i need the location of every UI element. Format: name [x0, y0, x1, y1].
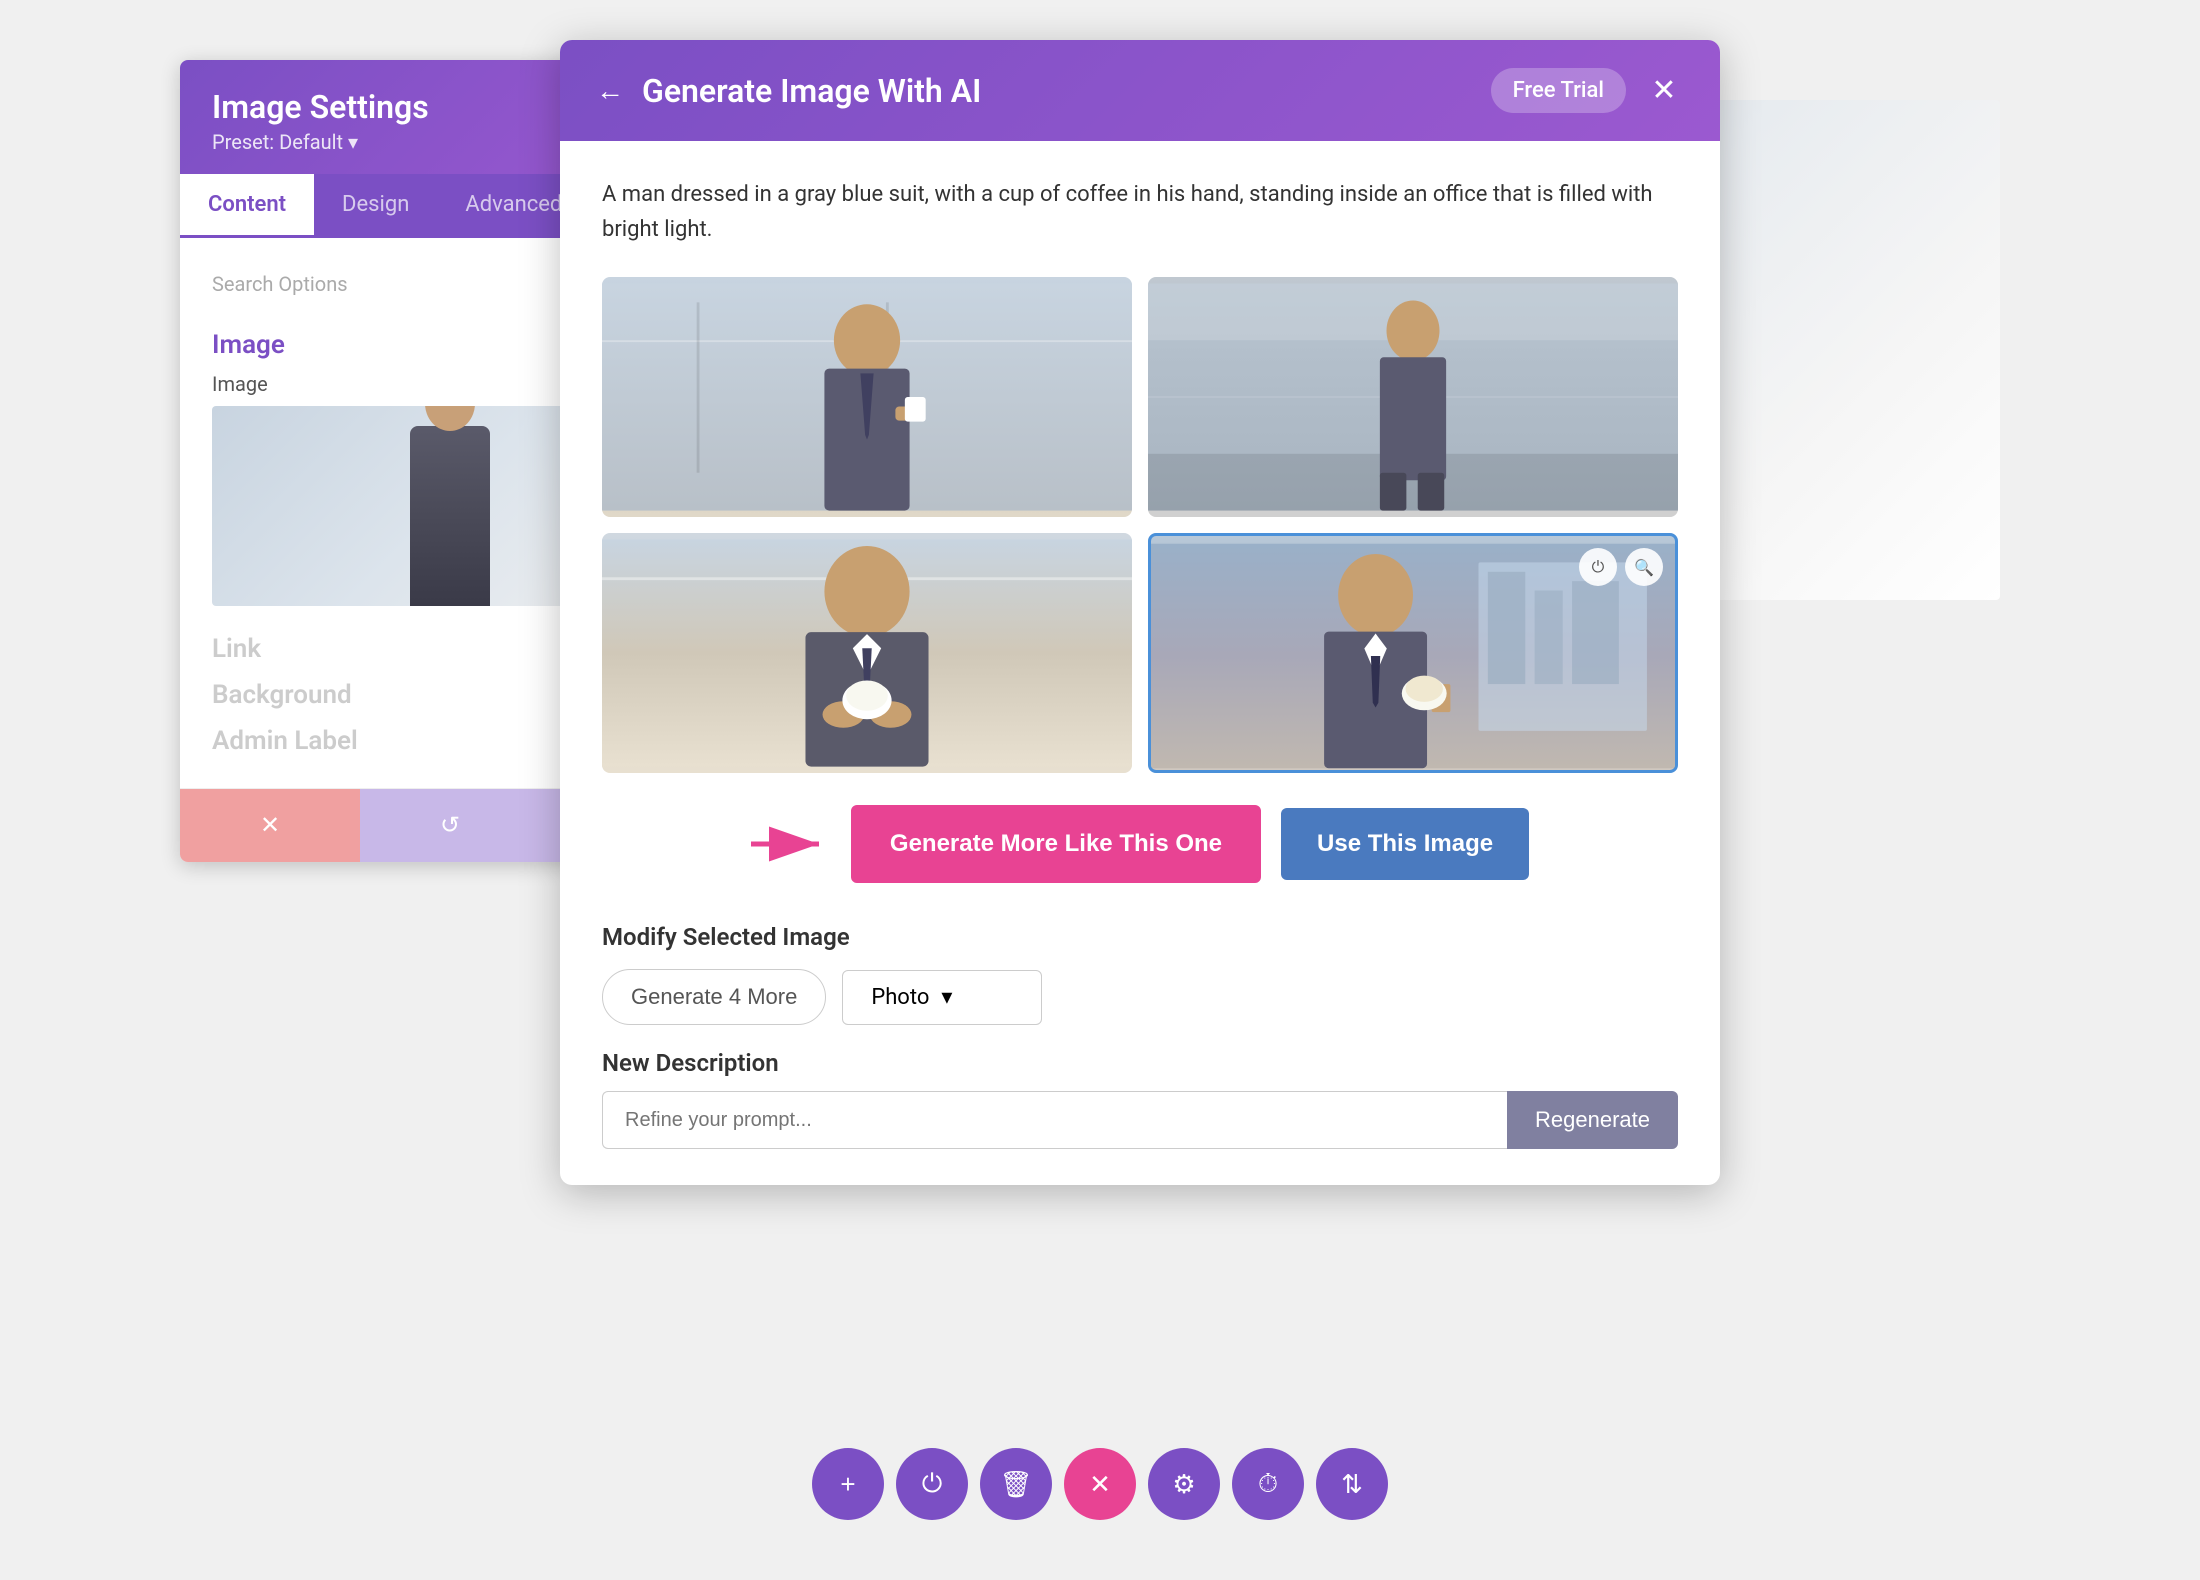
image-2-svg	[1148, 277, 1678, 517]
action-row: Generate More Like This One Use This Ima…	[602, 805, 1678, 883]
regenerate-button[interactable]: Regenerate	[1507, 1091, 1678, 1149]
modal-body: A man dressed in a gray blue suit, with …	[560, 141, 1720, 1185]
modal-header-left: ← Generate Image With AI	[596, 72, 981, 110]
modal-title: Generate Image With AI	[642, 72, 981, 110]
style-select-value: Photo	[871, 985, 929, 1010]
tab-content[interactable]: Content	[180, 174, 314, 238]
panel-title: Image Settings	[212, 88, 429, 126]
panel-header-text: Image Settings Preset: Default ▾	[212, 88, 429, 154]
person-head	[425, 406, 475, 431]
grid-image-4-selected[interactable]: ⏻ 🔍	[1148, 533, 1678, 773]
grid-image-3[interactable]	[602, 533, 1132, 773]
grid-image-1[interactable]	[602, 277, 1132, 517]
new-description-section: New Description Regenerate	[602, 1049, 1678, 1149]
grid-image-2[interactable]	[1148, 277, 1678, 517]
regenerate-icon-btn[interactable]: ⏻	[1579, 548, 1617, 586]
modal-header-right: Free Trial ✕	[1491, 68, 1684, 113]
back-arrow-icon[interactable]: ←	[596, 74, 624, 107]
tab-design[interactable]: Design	[314, 174, 437, 238]
free-trial-badge[interactable]: Free Trial	[1491, 68, 1626, 113]
person-body	[410, 426, 490, 606]
use-image-button[interactable]: Use This Image	[1281, 808, 1529, 880]
prompt-text: A man dressed in a gray blue suit, with …	[602, 177, 1678, 247]
add-button[interactable]: +	[812, 1448, 884, 1520]
generate-more-button[interactable]: Generate More Like This One	[851, 805, 1261, 883]
style-select[interactable]: Photo ▾	[842, 970, 1042, 1025]
bottom-toolbar: + ⏻ 🗑 ✕ ⚙ ⏱ ⇅	[812, 1448, 1388, 1520]
panel-subtitle: Preset: Default ▾	[212, 130, 429, 154]
ai-modal: ← Generate Image With AI Free Trial ✕ A …	[560, 40, 1720, 1185]
image-overlay: ⏻ 🔍	[1579, 548, 1663, 586]
close-button[interactable]: ✕	[1644, 71, 1684, 111]
chevron-down-icon: ▾	[941, 985, 952, 1010]
person-preview	[410, 426, 490, 606]
arrange-button[interactable]: ⇅	[1316, 1448, 1388, 1520]
close-toolbar-button[interactable]: ✕	[1064, 1448, 1136, 1520]
arrow-indicator	[751, 819, 831, 869]
delete-button[interactable]: 🗑	[980, 1448, 1052, 1520]
refine-prompt-input[interactable]	[602, 1091, 1507, 1149]
desc-input-row: Regenerate	[602, 1091, 1678, 1149]
zoom-icon-btn[interactable]: 🔍	[1625, 548, 1663, 586]
modify-section: Modify Selected Image Generate 4 More Ph…	[602, 923, 1678, 1025]
cancel-button[interactable]: ✕	[180, 789, 360, 862]
new-desc-title: New Description	[602, 1049, 1678, 1077]
generate-4-more-button[interactable]: Generate 4 More	[602, 969, 826, 1025]
undo-button[interactable]: ↺	[360, 789, 540, 862]
image-grid: ⏻ 🔍	[602, 277, 1678, 773]
history-button[interactable]: ⏱	[1232, 1448, 1304, 1520]
image-1-svg	[602, 277, 1132, 517]
settings-button[interactable]: ⚙	[1148, 1448, 1220, 1520]
modify-title: Modify Selected Image	[602, 923, 1678, 951]
modal-header: ← Generate Image With AI Free Trial ✕	[560, 40, 1720, 141]
image-3-svg	[602, 533, 1132, 773]
modify-controls: Generate 4 More Photo ▾	[602, 969, 1678, 1025]
power-button[interactable]: ⏻	[896, 1448, 968, 1520]
